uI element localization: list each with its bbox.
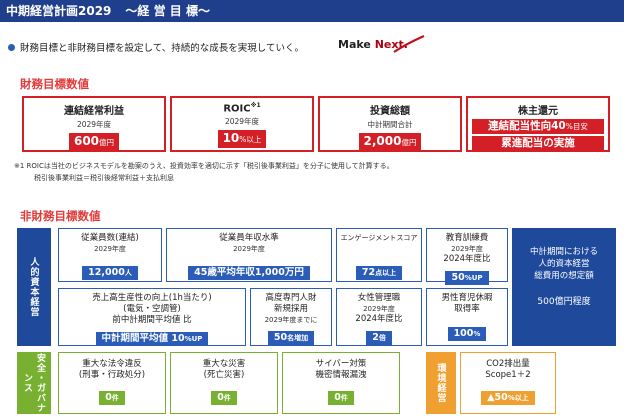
hr-investment-panel: 中計期間における 人的資本経営 総費用の想定額 500億円程度 <box>512 228 616 346</box>
progressive-dividend: 累進配当の実施 <box>472 136 604 151</box>
kpi-value: 72点以上 <box>355 266 403 280</box>
kpi-co2: CO2排出量 Scope1＋2 ▲50%以上 <box>460 352 556 414</box>
kpi-value: 0件 <box>328 391 354 405</box>
kpi-cyber: サイバー対策 機密情報漏洩 0件 <box>282 352 400 414</box>
kpi-ordinary-profit: 連結経常利益 2029年度 600億円 <box>22 96 166 152</box>
safety-governance-label: 安全・ガバナンス <box>17 352 51 414</box>
kpi-investment: 投資総額 中計期間合計 2,000億円 <box>318 96 462 152</box>
kpi-shareholder-return: 株主還元 連結配当性向40%目安 累進配当の実施 <box>466 96 610 152</box>
nonfinancial-heading: 非財務目標数値 <box>20 209 101 223</box>
bullet-icon <box>8 44 15 51</box>
payout-ratio: 連結配当性向40%目安 <box>472 119 604 134</box>
kpi-law-violations: 重大な法令違反 (刑事・行政処分) 0件 <box>58 352 166 414</box>
kpi-disasters: 重大な災害 (死亡災害) 0件 <box>170 352 278 414</box>
logo-swoosh-icon <box>393 34 425 53</box>
kpi-value: 0件 <box>211 391 237 405</box>
kpi-value: 600億円 <box>68 133 120 151</box>
kpi-women-managers: 女性管理職 2029年度 2024年度比 2倍 <box>336 288 422 346</box>
kpi-value: 10%以上 <box>217 130 267 149</box>
financial-heading: 財務目標数値 <box>20 77 89 91</box>
kpi-value: 100% <box>447 327 487 341</box>
intro-text: 財務目標と非財務目標を設定して、持続的な成長を実現していく。 <box>20 43 304 54</box>
footnote: ※1 ROICは当社のビジネスモデルを勘案のうえ、投資効率を適切に示す「税引後事… <box>14 162 394 182</box>
environment-label: 環境経営 <box>426 352 456 414</box>
kpi-value: 2倍 <box>366 331 392 345</box>
kpi-value: 2,000億円 <box>358 133 422 151</box>
kpi-training: 教育訓練費 2029年度 2024年度比 50%UP <box>426 228 508 285</box>
kpi-value: 中計期間平均値 10%UP <box>95 332 209 346</box>
kpi-specialists: 高度専門人財 新規採用 2029年度までに 50名増加 <box>250 288 332 346</box>
page-title: 中期経営計画2029 <box>6 4 112 18</box>
kpi-value: 45歳平均年収1,000万円 <box>188 266 310 280</box>
kpi-salary: 従業員年収水準 2029年度 45歳平均年収1,000万円 <box>166 228 332 282</box>
kpi-productivity: 売上高生産性の向上(1h当たり) (電気・空調管) 前中計期間平均値 比 中計期… <box>58 288 246 346</box>
intro-line: 財務目標と非財務目標を設定して、持続的な成長を実現していく。 <box>8 40 304 54</box>
kpi-paternity-leave: 男性育児休暇 取得率 100% <box>426 288 508 346</box>
kpi-value: 50%UP <box>445 271 489 285</box>
kpi-value: 12,000人 <box>82 266 138 280</box>
kpi-engagement: エンゲージメントスコア 72点以上 <box>336 228 422 282</box>
hr-investment-value: 500億円程度 <box>537 297 591 307</box>
page-subtitle: 〜経 営 目 標〜 <box>125 4 210 18</box>
page-header: 中期経営計画2029 〜経 営 目 標〜 <box>0 0 624 22</box>
kpi-roic: ROIC※1 2029年度 10%以上 <box>170 96 314 152</box>
kpi-value: ▲50%以上 <box>481 391 535 405</box>
kpi-employees: 従業員数(連結) 2029年度 12,000人 <box>58 228 162 282</box>
kpi-value: 50名増加 <box>267 331 315 345</box>
kpi-value: 0件 <box>99 391 125 405</box>
hr-capital-label: 人的資本経営 <box>17 228 51 346</box>
